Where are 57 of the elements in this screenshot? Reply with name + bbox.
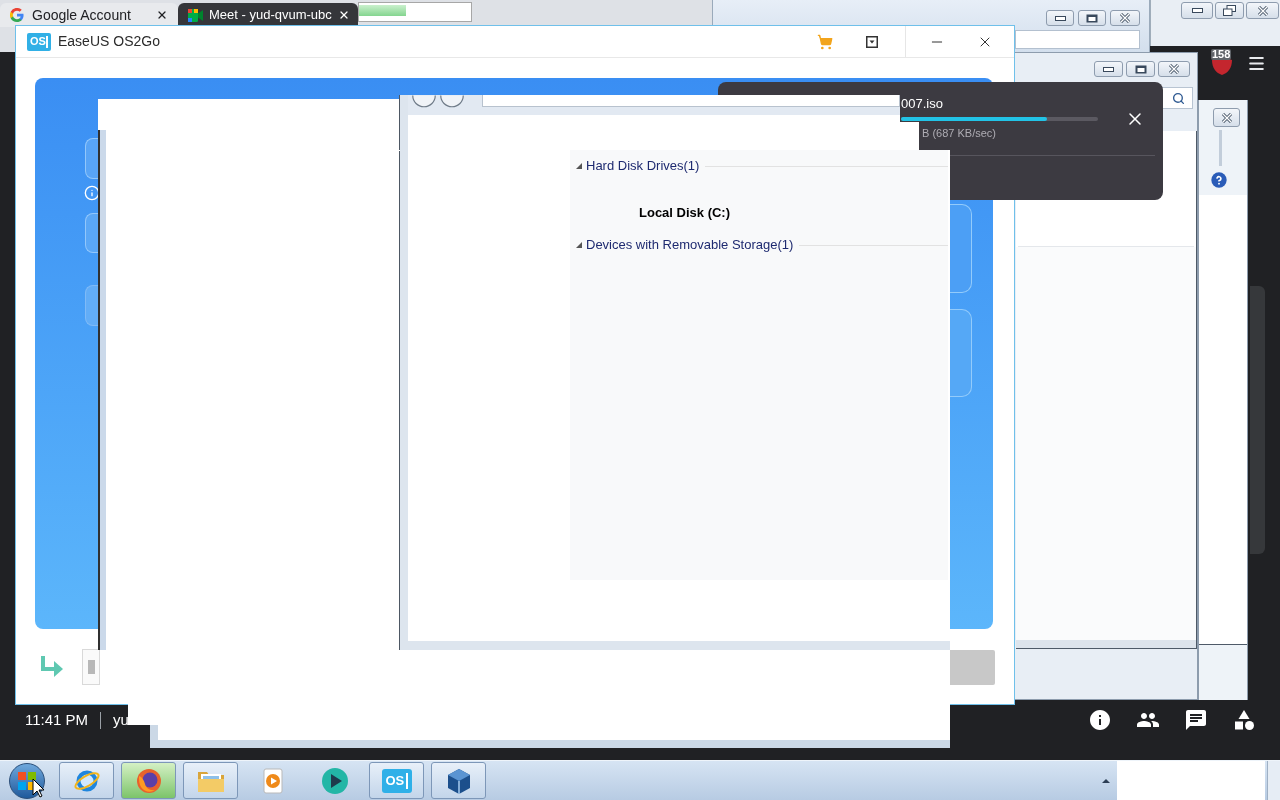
window-title: EaseUS OS2Go: [58, 32, 160, 51]
count-badge: 158: [1211, 49, 1232, 60]
nav-button[interactable]: [440, 95, 464, 108]
info-icon[interactable]: [1088, 708, 1112, 732]
camera-icon: [188, 8, 203, 22]
close-icon[interactable]: [156, 9, 168, 21]
help-icon[interactable]: [1211, 172, 1227, 188]
start-button[interactable]: [9, 762, 45, 799]
minimize-icon: [1191, 8, 1203, 13]
browser-tab[interactable]: Google Account: [0, 3, 178, 27]
maximize-icon: [1086, 13, 1098, 23]
group-header[interactable]: Devices with Removable Storage(1): [586, 237, 794, 253]
app-logo: OS: [27, 32, 51, 51]
close-icon: [1119, 13, 1131, 23]
menu-icon[interactable]: [1247, 54, 1266, 73]
close-button[interactable]: [1213, 108, 1240, 127]
close-icon: [1256, 5, 1269, 16]
site-icon: [10, 8, 24, 22]
restore-button[interactable]: [1215, 2, 1244, 19]
mouse-pointer-icon: [32, 778, 45, 798]
minimize-button[interactable]: [1094, 61, 1123, 77]
shapes-icon[interactable]: [1232, 708, 1256, 732]
chat-icon[interactable]: [1184, 708, 1208, 732]
meeting-label: yu: [113, 711, 129, 729]
restore-icon: [1223, 5, 1236, 16]
turn-arrow-icon: [39, 655, 64, 679]
expand-triangle-icon[interactable]: [576, 163, 582, 169]
minimize-button[interactable]: [1181, 2, 1213, 19]
search-icon: [1172, 91, 1185, 105]
minimize-button[interactable]: [1046, 10, 1074, 26]
expand-triangle-icon[interactable]: [576, 242, 582, 248]
dropdown-icon[interactable]: [866, 35, 878, 48]
scrollbar-thumb[interactable]: [1219, 130, 1222, 166]
browser-tab[interactable]: Meet - yud-qvum-ubc: [178, 3, 358, 27]
app-logo: OS: [381, 768, 412, 793]
minimize-icon: [1054, 15, 1066, 21]
cube-icon: [445, 766, 472, 795]
group-header[interactable]: Hard Disk Drives(1): [586, 158, 700, 174]
close-icon: [1220, 112, 1233, 123]
maximize-button[interactable]: [1126, 61, 1155, 77]
clock-time: 11:41 PM: [25, 711, 89, 729]
file-name: 007.iso: [901, 96, 944, 112]
info-icon[interactable]: [84, 185, 100, 201]
drive-item[interactable]: Local Disk (C:): [639, 205, 948, 221]
taskbar-button[interactable]: [431, 762, 486, 799]
maximize-icon: [1134, 64, 1147, 74]
input-field[interactable]: [82, 649, 100, 685]
close-icon: [1168, 64, 1180, 74]
address-field[interactable]: [482, 95, 900, 107]
download-status: B (687 KB/sec): [922, 127, 997, 140]
nav-button[interactable]: [412, 95, 436, 108]
fox-globe-icon: [134, 766, 163, 795]
maximize-button[interactable]: [1078, 10, 1106, 26]
minimize-icon: [1103, 66, 1114, 72]
play-circle-icon: [320, 766, 349, 795]
taskbar-button[interactable]: [121, 762, 176, 799]
input-field[interactable]: [1015, 30, 1140, 49]
